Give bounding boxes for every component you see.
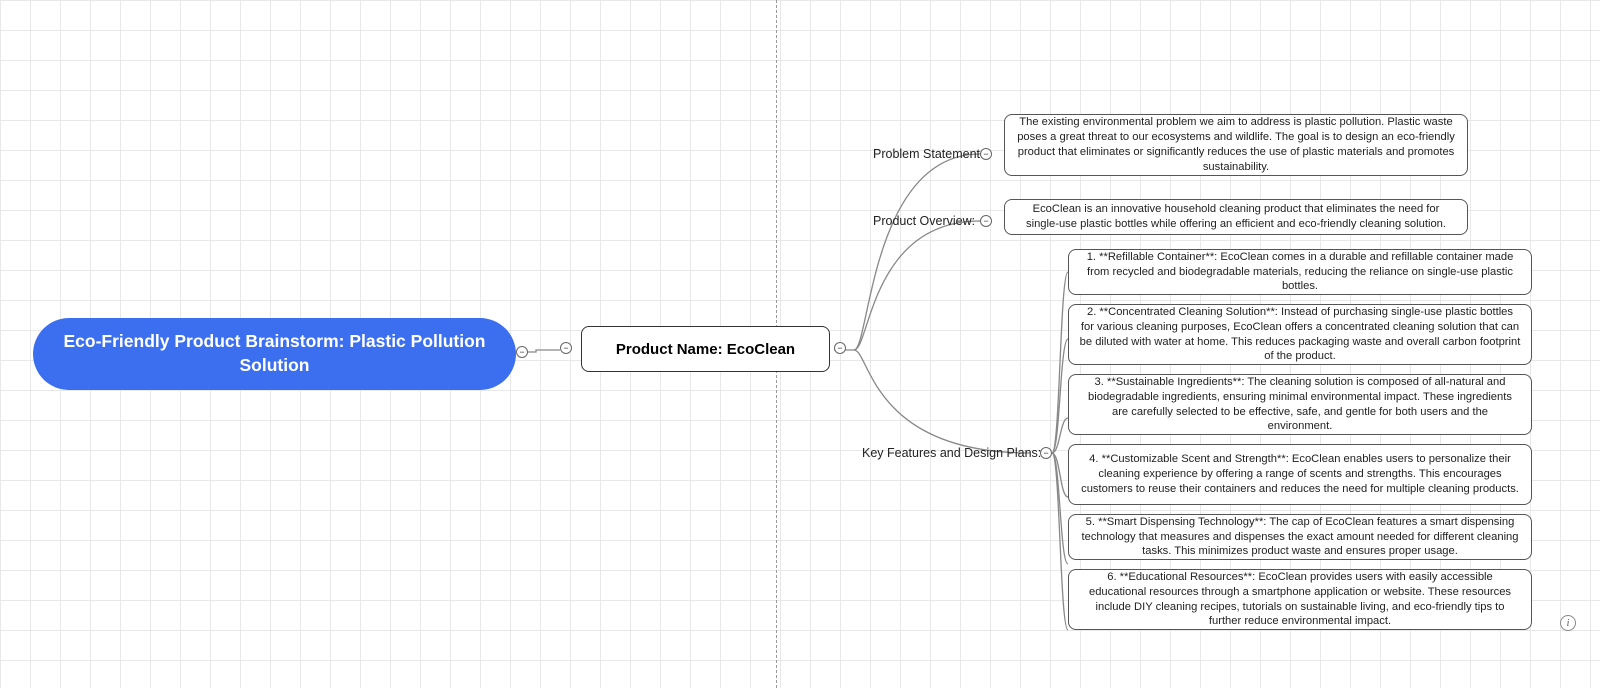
overview-label[interactable]: Product Overview: xyxy=(873,214,975,228)
features-toggle[interactable] xyxy=(1040,447,1052,459)
level1-left-toggle[interactable] xyxy=(560,342,572,354)
overview-text[interactable]: EcoClean is an innovative household clea… xyxy=(1004,199,1468,235)
problem-label[interactable]: Problem Statement: xyxy=(873,147,983,161)
features-label[interactable]: Key Features and Design Plans: xyxy=(862,446,1041,460)
overview-toggle[interactable] xyxy=(980,215,992,227)
root-node[interactable]: Eco-Friendly Product Brainstorm: Plastic… xyxy=(33,318,516,390)
level1-node[interactable]: Product Name: EcoClean xyxy=(581,326,830,372)
feature-3[interactable]: 3. **Sustainable Ingredients**: The clea… xyxy=(1068,374,1532,435)
level1-right-toggle[interactable] xyxy=(834,342,846,354)
feature-2[interactable]: 2. **Concentrated Cleaning Solution**: I… xyxy=(1068,304,1532,365)
feature-1[interactable]: 1. **Refillable Container**: EcoClean co… xyxy=(1068,249,1532,295)
feature-6[interactable]: 6. **Educational Resources**: EcoClean p… xyxy=(1068,569,1532,630)
root-collapse-toggle[interactable] xyxy=(516,346,528,358)
root-title: Eco-Friendly Product Brainstorm: Plastic… xyxy=(61,330,488,377)
feature-5[interactable]: 5. **Smart Dispensing Technology**: The … xyxy=(1068,514,1532,560)
feature-4[interactable]: 4. **Customizable Scent and Strength**: … xyxy=(1068,444,1532,505)
info-icon[interactable]: i xyxy=(1560,615,1576,631)
problem-toggle[interactable] xyxy=(980,148,992,160)
mindmap-canvas[interactable]: Eco-Friendly Product Brainstorm: Plastic… xyxy=(0,0,1600,688)
level1-title: Product Name: EcoClean xyxy=(616,341,795,358)
problem-text[interactable]: The existing environmental problem we ai… xyxy=(1004,114,1468,176)
